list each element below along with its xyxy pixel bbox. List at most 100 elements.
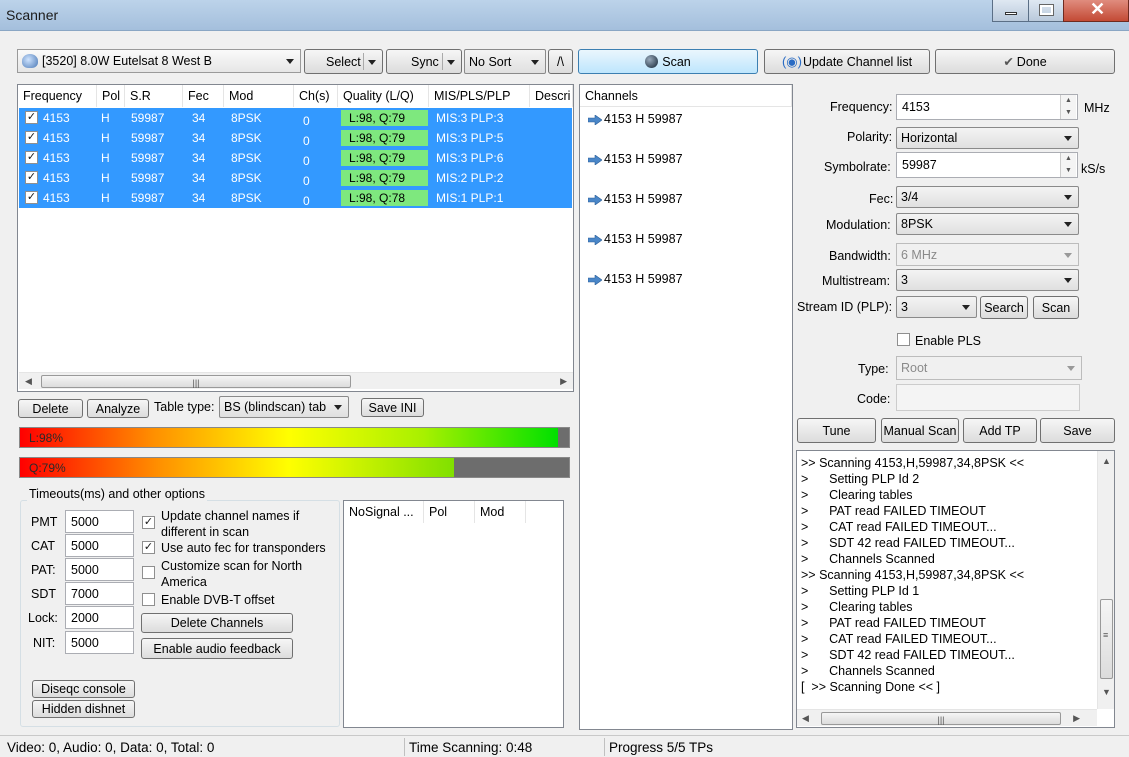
scroll-right-icon[interactable]: ▶ — [560, 376, 567, 387]
minimize-button[interactable] — [992, 0, 1029, 22]
multistream-select[interactable]: 3 — [896, 269, 1079, 291]
table-row[interactable]: ✓ 4153 H 59987 34 8PSK 0 MIS:3 PLP:5 L:98, Q:79 — [19, 128, 572, 148]
enable-pls-checkbox[interactable] — [897, 333, 910, 346]
done-button[interactable]: ✔ Done — [935, 49, 1115, 74]
save-button[interactable]: Save — [1040, 418, 1115, 443]
modulation-select[interactable]: 8PSK — [896, 213, 1079, 235]
channel-item[interactable]: 4153 H 59987 — [587, 192, 683, 206]
polarity-select[interactable]: Horizontal — [896, 127, 1079, 149]
type-select[interactable]: Root — [896, 356, 1082, 380]
auto-fec-checkbox[interactable]: ✓ — [142, 541, 155, 554]
update-channel-list-button[interactable]: (◉) Update Channel list — [764, 49, 930, 74]
save-ini-button[interactable]: Save INI — [361, 398, 424, 417]
scroll-left-icon[interactable]: ◀ — [25, 376, 32, 387]
log-scroll-thumb[interactable]: ≡ — [1100, 599, 1113, 679]
frequency-input[interactable]: 4153 ▲ ▼ — [896, 94, 1078, 120]
channel-item[interactable]: 4153 H 59987 — [587, 112, 683, 126]
table-row[interactable]: ✓ 4153 H 59987 34 8PSK 0 MIS:3 PLP:3 L:98, Q:79 — [19, 108, 572, 128]
col-nosignal-mod[interactable]: Mod — [475, 501, 526, 523]
code-input[interactable] — [896, 384, 1080, 411]
cell-mis: MIS:3 PLP:3 — [436, 111, 504, 125]
bandwidth-select[interactable]: 6 MHz — [896, 243, 1079, 266]
scroll-right-icon[interactable]: ▶ — [1073, 713, 1080, 724]
col-frequency[interactable]: Frequency — [18, 85, 97, 107]
sort-select[interactable]: No Sort — [464, 49, 546, 74]
analyze-button[interactable]: Analyze — [87, 399, 149, 418]
scan-log-lines: >> Scanning 4153,H,59987,34,8PSK << > Set… — [801, 455, 1024, 695]
table-type-select[interactable]: BS (blindscan) tab — [219, 396, 349, 418]
table-row[interactable]: ✓ 4153 H 59987 34 8PSK 0 MIS:3 PLP:6 L:98, Q:79 — [19, 148, 572, 168]
maximize-button[interactable] — [1028, 0, 1064, 22]
log-vertical-scrollbar[interactable]: ▲ ≡ ▼ — [1097, 451, 1114, 709]
satellite-select[interactable]: [3520] 8.0W Eutelsat 8 West B — [17, 49, 301, 73]
row-checkbox[interactable]: ✓ — [25, 191, 38, 204]
scroll-up-icon[interactable]: ▲ — [1102, 456, 1111, 466]
cell-mis: MIS:3 PLP:5 — [436, 131, 504, 145]
cell-mod: 8PSK — [231, 171, 262, 185]
search-button[interactable]: Search — [980, 296, 1028, 319]
close-icon: ✕ — [1090, 0, 1106, 19]
channel-item[interactable]: 4153 H 59987 — [587, 152, 683, 166]
sdt-input[interactable]: 7000 — [65, 582, 134, 605]
north-america-checkbox[interactable] — [142, 566, 155, 579]
col-nosignal[interactable]: NoSignal ... — [344, 501, 424, 523]
spin-down-icon[interactable]: ▼ — [1060, 107, 1076, 119]
update-channel-list-label: Update Channel list — [802, 54, 913, 69]
close-button[interactable]: ✕ — [1063, 0, 1129, 22]
add-tp-button[interactable]: Add TP — [963, 418, 1037, 443]
audio-feedback-button[interactable]: Enable audio feedback — [141, 638, 293, 659]
col-quality[interactable]: Quality (L/Q) — [338, 85, 429, 107]
pat-input[interactable]: 5000 — [65, 558, 134, 581]
col-mod[interactable]: Mod — [224, 85, 294, 107]
fec-select[interactable]: 3/4 — [896, 186, 1079, 208]
select-button[interactable]: Select — [304, 49, 383, 74]
pmt-input[interactable]: 5000 — [65, 510, 134, 533]
enable-pls-label: Enable PLS — [915, 334, 982, 348]
table-row[interactable]: ✓ 4153 H 59987 34 8PSK 0 MIS:1 PLP:1 L:98, Q:78 — [19, 188, 572, 208]
dvbt-offset-checkbox[interactable] — [142, 593, 155, 606]
spin-up-icon[interactable]: ▲ — [1060, 153, 1076, 165]
hidden-dishnet-button[interactable]: Hidden dishnet — [32, 700, 135, 718]
channels-header: Channels — [580, 85, 792, 107]
delete-button[interactable]: Delete — [18, 399, 83, 418]
col-description[interactable]: Descri — [530, 85, 573, 107]
col-mis[interactable]: MIS/PLS/PLP — [429, 85, 530, 107]
channel-item[interactable]: 4153 H 59987 — [587, 272, 683, 286]
col-fec[interactable]: Fec — [183, 85, 224, 107]
log-h-scroll-thumb[interactable]: ||| — [821, 712, 1061, 725]
row-checkbox[interactable]: ✓ — [25, 131, 38, 144]
stream-id-select[interactable]: 3 — [896, 296, 977, 318]
spin-up-icon[interactable]: ▲ — [1060, 95, 1076, 107]
table-row[interactable]: ✓ 4153 H 59987 34 8PSK 0 MIS:2 PLP:2 L:98, Q:79 — [19, 168, 572, 188]
manual-scan-button[interactable]: Manual Scan — [881, 418, 959, 443]
log-horizontal-scrollbar[interactable]: ◀ ||| ▶ — [797, 709, 1097, 726]
row-checkbox[interactable]: ✓ — [25, 111, 38, 124]
lock-input[interactable]: 2000 — [65, 606, 134, 629]
nit-input[interactable]: 5000 — [65, 631, 134, 654]
update-names-checkbox[interactable]: ✓ — [142, 516, 155, 529]
scroll-left-icon[interactable]: ◀ — [802, 713, 809, 724]
channel-item-label: 4153 H 59987 — [604, 272, 683, 286]
col-pol[interactable]: Pol — [97, 85, 125, 107]
diseqc-console-button[interactable]: Diseqc console — [32, 680, 135, 698]
cat-input[interactable]: 5000 — [65, 534, 134, 557]
status-counts: Video: 0, Audio: 0, Data: 0, Total: 0 — [7, 740, 215, 755]
row-checkbox[interactable]: ✓ — [25, 151, 38, 164]
channel-item[interactable]: 4153 H 59987 — [587, 232, 683, 246]
sync-button[interactable]: Sync — [386, 49, 462, 74]
tune-button[interactable]: Tune — [797, 418, 876, 443]
row-checkbox[interactable]: ✓ — [25, 171, 38, 184]
symbolrate-input[interactable]: 59987 ▲ ▼ — [896, 152, 1078, 178]
col-chs[interactable]: Ch(s) — [294, 85, 338, 107]
spin-down-icon[interactable]: ▼ — [1060, 165, 1076, 177]
scroll-thumb[interactable]: ||| — [41, 375, 351, 388]
scroll-down-icon[interactable]: ▼ — [1102, 687, 1111, 697]
col-nosignal-pol[interactable]: Pol — [424, 501, 475, 523]
table-horizontal-scrollbar[interactable]: ◀ ||| ▶ — [19, 372, 573, 389]
polarity-value: Horizontal — [901, 131, 958, 145]
tuner-scan-button[interactable]: Scan — [1033, 296, 1079, 319]
scan-button[interactable]: Scan — [578, 49, 758, 74]
col-sr[interactable]: S.R — [125, 85, 183, 107]
delete-channels-button[interactable]: Delete Channels — [141, 613, 293, 633]
sort-direction-button[interactable]: /\ — [548, 49, 573, 74]
